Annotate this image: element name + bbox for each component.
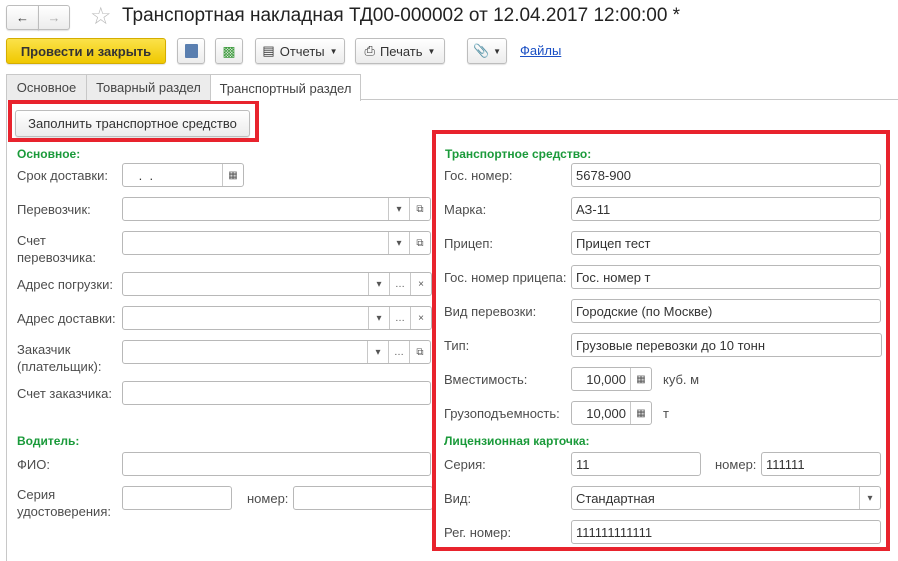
chevron-down-icon[interactable]: ▾ — [368, 307, 389, 329]
customer-account-field[interactable] — [122, 381, 431, 405]
plate-field[interactable]: 5678-900 — [571, 163, 881, 187]
group-driver-header: Водитель: — [17, 434, 80, 448]
tab-main[interactable]: Основное — [6, 74, 87, 100]
type-field[interactable]: Грузовые перевозки до 10 тонн — [571, 333, 882, 357]
group-license-card-header: Лицензионная карточка: — [444, 434, 590, 448]
load-capacity-field[interactable]: 10,000 ▦ — [571, 401, 652, 425]
customer-field[interactable]: ▾… ⧉ — [122, 340, 431, 364]
transport-kind-field[interactable]: Городские (по Москве) — [571, 299, 881, 323]
floppy-disk-icon — [184, 44, 198, 58]
loading-address-field[interactable]: ▾… × — [122, 272, 432, 296]
chevron-down-icon[interactable]: ▾ — [368, 273, 389, 295]
attachments-button[interactable]: 📎 ▼ — [467, 38, 507, 64]
group-main-header: Основное: — [17, 147, 81, 161]
reports-button[interactable]: ▤ Отчеты ▼ — [255, 38, 345, 64]
license-series-field[interactable] — [122, 486, 232, 510]
tab-transport[interactable]: Транспортный раздел — [210, 74, 361, 101]
open-icon[interactable]: ⧉ — [409, 232, 430, 254]
trailer-label: Прицеп: — [444, 236, 494, 251]
delivery-address-field[interactable]: ▾… × — [122, 306, 432, 330]
capacity-label: Вместимость: — [444, 372, 528, 387]
carrier-account-field[interactable]: ▾ ⧉ — [122, 231, 431, 255]
paperclip-icon: 📎 — [472, 43, 490, 58]
kind-select[interactable]: Стандартная ▾ — [571, 486, 881, 510]
customer-label: Заказчик (плательщик): — [17, 342, 102, 374]
load-capacity-label: Грузоподъемность: — [444, 406, 560, 421]
post-and-close-button[interactable]: Провести и закрыть — [6, 38, 166, 64]
calendar-icon[interactable]: ▦ — [222, 164, 243, 186]
license-number-field[interactable] — [293, 486, 433, 510]
chevron-down-icon: ▼ — [329, 46, 338, 56]
back-button[interactable]: ← — [6, 5, 39, 30]
forward-button[interactable]: → — [38, 5, 70, 30]
group-vehicle-header: Транспортное средство: — [445, 147, 592, 161]
files-link[interactable]: Файлы — [520, 43, 561, 58]
delivery-address-label: Адрес доставки: — [17, 311, 116, 326]
chevron-down-icon: ▼ — [493, 46, 502, 56]
post-document-icon: ▩ — [222, 42, 236, 59]
report-icon: ▤ — [262, 43, 275, 58]
open-icon[interactable]: ⧉ — [409, 198, 430, 220]
license-series-label: Серия удостоверения: — [17, 487, 111, 519]
trailer-field[interactable]: Прицеп тест — [571, 231, 881, 255]
clear-icon[interactable]: × — [410, 273, 431, 295]
save-button[interactable] — [177, 38, 205, 64]
chevron-down-icon[interactable]: ▾ — [859, 487, 880, 509]
customer-account-label: Счет заказчика: — [17, 386, 113, 401]
reg-number-field[interactable]: 111111111111 — [571, 520, 881, 544]
ellipsis-icon[interactable]: … — [388, 341, 409, 363]
print-button[interactable]: ⎙ Печать ▼ — [355, 38, 445, 64]
fill-vehicle-button[interactable]: Заполнить транспортное средство — [15, 110, 250, 137]
carrier-account-label: Счет перевозчика: — [17, 233, 96, 265]
tab-goods[interactable]: Товарный раздел — [86, 74, 211, 100]
fio-field[interactable] — [122, 452, 431, 476]
series-field[interactable]: 11 — [571, 452, 701, 476]
page-title: Транспортная накладная ТД00-000002 от 12… — [122, 5, 681, 26]
kind-label: Вид: — [444, 491, 472, 506]
ellipsis-icon[interactable]: … — [389, 273, 410, 295]
capacity-unit: куб. м — [663, 372, 700, 387]
carrier-label: Перевозчик: — [17, 202, 91, 217]
post-button[interactable]: ▩ — [215, 38, 243, 64]
delivery-term-label: Срок доставки: — [17, 168, 108, 183]
trailer-plate-field[interactable]: Гос. номер т — [571, 265, 881, 289]
printer-icon: ⎙ — [364, 43, 375, 58]
open-icon[interactable]: ⧉ — [409, 341, 430, 363]
calculator-icon[interactable]: ▦ — [630, 368, 651, 390]
delivery-term-field[interactable]: . . ▦ — [122, 163, 244, 187]
fio-label: ФИО: — [17, 457, 50, 472]
chevron-down-icon: ▼ — [427, 46, 436, 56]
type-label: Тип: — [444, 338, 470, 353]
card-number-label: номер: — [715, 457, 757, 472]
star-icon[interactable]: ☆ — [90, 2, 112, 31]
chevron-down-icon[interactable]: ▾ — [367, 341, 388, 363]
license-number-label: номер: — [247, 491, 289, 506]
load-capacity-unit: т — [663, 406, 669, 421]
trailer-plate-label: Гос. номер прицепа: — [444, 270, 567, 285]
series-label: Серия: — [444, 457, 486, 472]
transport-kind-label: Вид перевозки: — [444, 304, 537, 319]
capacity-field[interactable]: 10,000 ▦ — [571, 367, 652, 391]
reg-number-label: Рег. номер: — [444, 525, 512, 540]
ellipsis-icon[interactable]: … — [389, 307, 410, 329]
chevron-down-icon[interactable]: ▾ — [388, 232, 409, 254]
plate-label: Гос. номер: — [444, 168, 513, 183]
calculator-icon[interactable]: ▦ — [630, 402, 651, 424]
panel-left-border — [6, 99, 7, 561]
loading-address-label: Адрес погрузки: — [17, 277, 113, 292]
brand-field[interactable]: АЗ-11 — [571, 197, 881, 221]
clear-icon[interactable]: × — [410, 307, 431, 329]
carrier-field[interactable]: ▾ ⧉ — [122, 197, 431, 221]
chevron-down-icon[interactable]: ▾ — [388, 198, 409, 220]
brand-label: Марка: — [444, 202, 487, 217]
card-number-field[interactable]: 111111 — [761, 452, 881, 476]
